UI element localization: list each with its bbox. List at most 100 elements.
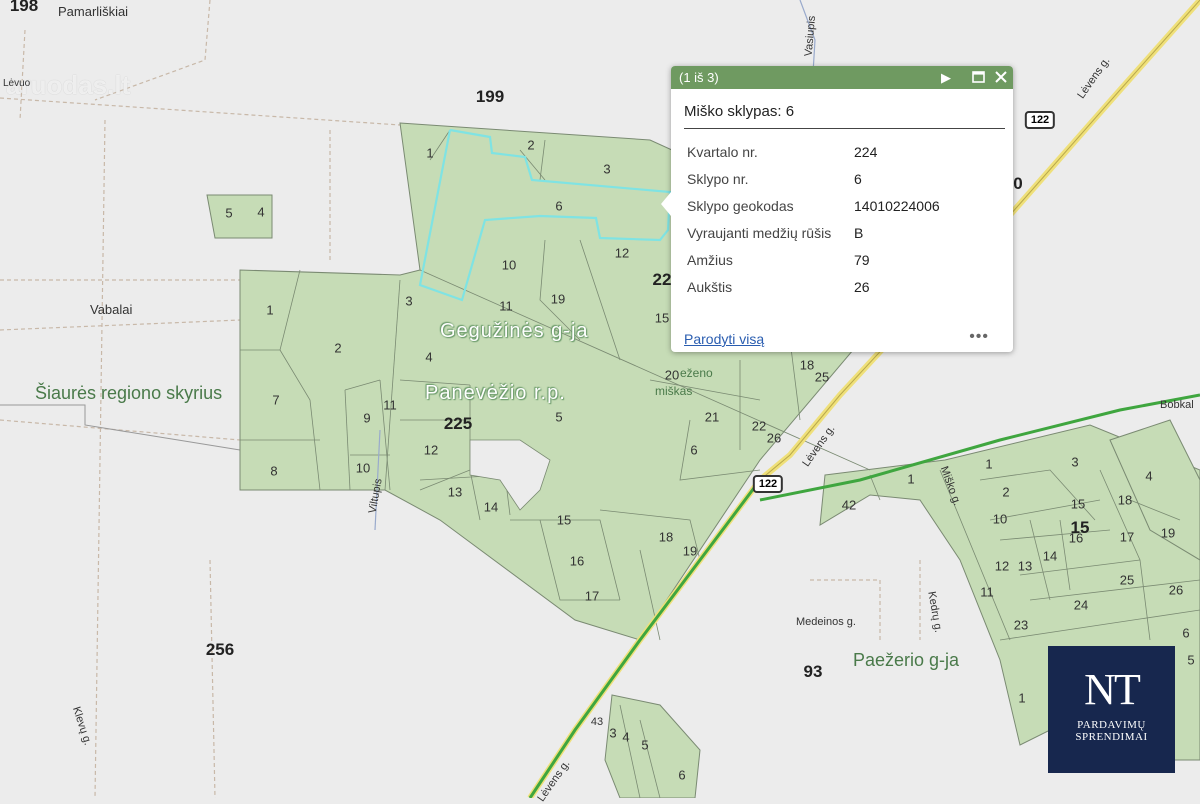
- popup-counter: (1 iš 3): [679, 70, 719, 85]
- logo-line2: SPRENDIMAI: [1075, 731, 1148, 743]
- parcel-number: 22: [751, 418, 767, 434]
- brand-logo: NT PARDAVIMŲ SPRENDIMAI: [1048, 646, 1175, 773]
- popup-pointer: [661, 192, 671, 216]
- parcel-number: 2: [334, 340, 342, 356]
- parcel-number: 3: [603, 161, 611, 177]
- quarter-label: 198: [9, 0, 39, 15]
- parcel-number: 17: [584, 588, 600, 604]
- parcel-number: 8: [270, 463, 278, 479]
- attribute-value: 14010224006: [854, 197, 940, 214]
- popup-title: Miško sklypas: 6: [684, 103, 795, 120]
- parcel-number: 1: [907, 471, 915, 487]
- parcel-number: 18: [658, 529, 674, 545]
- parcel-number: 15: [1070, 496, 1086, 512]
- parcel-info-popup: (1 iš 3) ▶ Miško sklypas: 6 Kvartalo nr.…: [661, 66, 1013, 352]
- parcel-number: 4: [425, 349, 433, 365]
- parcel-number: 20: [664, 367, 680, 383]
- parcel-number: 5: [641, 737, 649, 753]
- parcel-number: 14: [483, 499, 499, 515]
- parcel-number: 1: [426, 145, 434, 161]
- quarter-label: 256: [205, 640, 235, 659]
- parcel-number: 16: [569, 553, 585, 569]
- parcel-number: 3: [609, 725, 617, 741]
- forest-label: Paežerio g-ja: [853, 650, 960, 670]
- parcel-number: 11: [383, 397, 397, 413]
- show-all-link[interactable]: Parodyti visą: [684, 331, 764, 347]
- quarter-label: 199: [475, 87, 505, 106]
- parcel-number: 25: [1119, 572, 1135, 588]
- street-label: Medeinos g.: [796, 616, 856, 628]
- parcel-number: 15: [654, 310, 670, 326]
- more-options-icon[interactable]: •••: [969, 328, 989, 346]
- attribute-value: 26: [854, 278, 870, 295]
- parcel-number: 12: [614, 245, 630, 261]
- parcel-number: 6: [678, 767, 686, 783]
- parcel-number: 4: [257, 204, 265, 220]
- parcel-number: 5: [225, 205, 233, 221]
- parcel-number: 26: [1168, 582, 1184, 598]
- attribute-row: Vyraujanti medžių rūšis B: [684, 219, 1004, 246]
- parcel-number: 18: [799, 357, 815, 373]
- parcel-number: 4: [622, 729, 630, 745]
- parcel-number: 16: [1068, 530, 1084, 546]
- parcel-number: 26: [766, 430, 782, 446]
- parcel-number: 7: [272, 392, 280, 408]
- parcel-number: 5: [1187, 652, 1195, 668]
- parcel-number: 17: [1119, 529, 1135, 545]
- attribute-value: 6: [854, 170, 862, 187]
- parcel-number: 12: [994, 558, 1010, 574]
- parcel-number: 15: [556, 512, 572, 528]
- attribute-value: B: [854, 224, 864, 241]
- parcel-number: 6: [1182, 625, 1190, 641]
- attribute-row: Sklypo nr. 6: [684, 165, 1004, 192]
- next-feature-icon[interactable]: ▶: [941, 66, 951, 89]
- parcel-number: 19: [1160, 525, 1176, 541]
- logo-mark: NT: [1084, 665, 1141, 714]
- attribute-key: Sklypo geokodas: [687, 197, 794, 214]
- parcel-number: 23: [1013, 617, 1029, 633]
- parcel-number: 19: [682, 543, 698, 559]
- attribute-row: Sklypo geokodas 14010224006: [684, 192, 1004, 219]
- parcel-number: 11: [499, 298, 513, 314]
- parcel-number: 9: [363, 410, 371, 426]
- parcel-number: 5: [555, 409, 563, 425]
- parcel-number: 1: [985, 456, 993, 472]
- place-label: Bobkal: [1160, 399, 1194, 411]
- parcel-number: 6: [690, 442, 698, 458]
- place-label: Pamarliškiai: [58, 4, 129, 19]
- parcel-number: 18: [1117, 492, 1133, 508]
- attribute-row: Kvartalo nr. 224: [684, 138, 1004, 165]
- parcel-number: 14: [1042, 548, 1058, 564]
- attribute-key: Aukštis: [687, 278, 733, 295]
- parcel-number: 2: [527, 137, 535, 153]
- logo-line1: PARDAVIMŲ: [1077, 719, 1146, 731]
- attribute-key: Amžius: [687, 251, 733, 268]
- attribute-table: Kvartalo nr. 224 Sklypo nr. 6 Sklypo geoko…: [684, 138, 1004, 300]
- parcel-number: 3: [405, 293, 413, 309]
- parcel-number: 1: [1018, 690, 1026, 706]
- parcel-number: 11: [980, 584, 994, 600]
- quarter-label: 0: [1013, 174, 1023, 193]
- road-shield-122: 122: [1024, 111, 1056, 129]
- forest-label: Gegužinės g-ja: [440, 320, 589, 342]
- parcel-number: 24: [1073, 597, 1089, 613]
- popup-header: (1 iš 3) ▶: [671, 66, 1013, 89]
- maximize-icon[interactable]: [972, 66, 985, 89]
- parcel-number: 10: [501, 257, 517, 273]
- attribute-key: Kvartalo nr.: [687, 143, 758, 160]
- parcel-number: 21: [704, 409, 720, 425]
- quarter-label: 93: [803, 662, 823, 681]
- attribute-row: Aukštis 26: [684, 273, 1004, 300]
- parcel-number: 13: [447, 484, 463, 500]
- quarter-label: 225: [443, 414, 473, 433]
- close-icon[interactable]: [995, 66, 1007, 89]
- region-label: Šiaurės regiono skyrius: [35, 383, 223, 403]
- parcel-number: 43: [590, 716, 604, 728]
- forest-label: Panevėžio r.p.: [425, 382, 566, 404]
- parcel-number: 25: [814, 369, 830, 385]
- parcel-number: 6: [555, 198, 563, 214]
- parcel-number: 19: [550, 291, 566, 307]
- parcel-number: 3: [1071, 454, 1079, 470]
- forest-small-label: miškas: [655, 384, 693, 398]
- place-label: Vabalai: [90, 302, 133, 317]
